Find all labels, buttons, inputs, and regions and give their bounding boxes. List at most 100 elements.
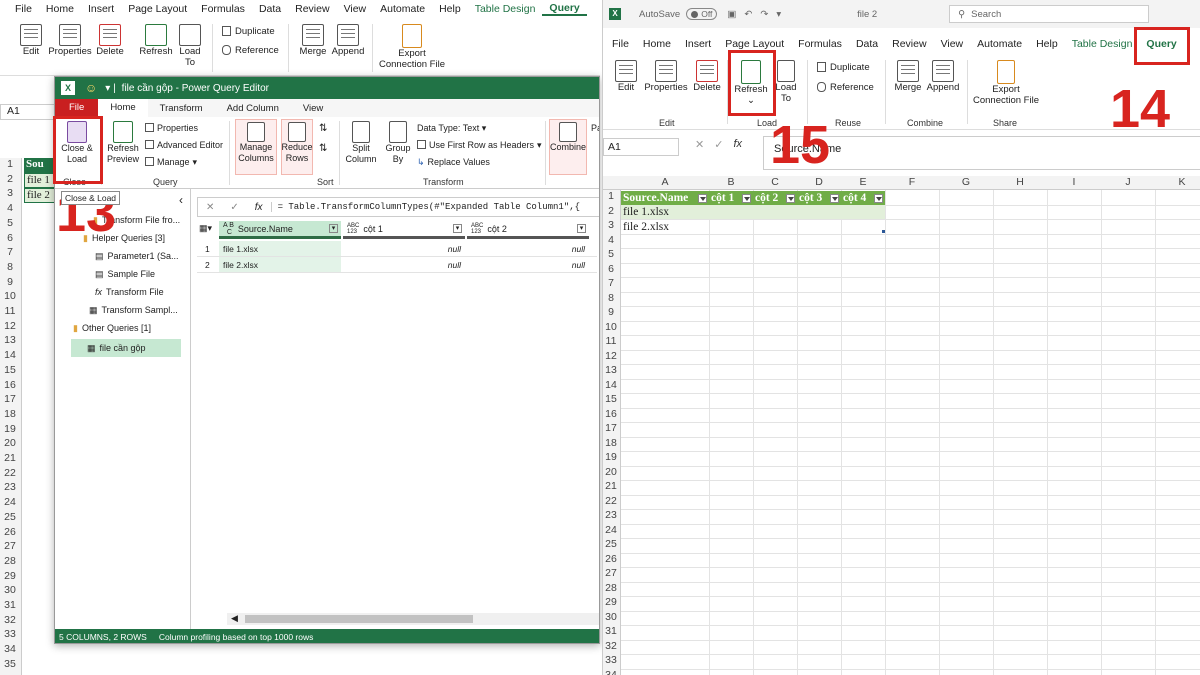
tab-add-column[interactable]: Add Column [215, 100, 291, 117]
row-number[interactable]: 32 [0, 614, 20, 626]
menu-query[interactable]: Query [542, 2, 587, 16]
row-number[interactable]: 1 [603, 190, 621, 202]
table-header-cot-1[interactable]: cột 1 [709, 191, 753, 205]
row-number[interactable]: 12 [0, 320, 20, 332]
table-row[interactable]: 1 file 1.xlsx null null [197, 241, 597, 257]
check-icon[interactable]: ✓ [714, 138, 723, 151]
row-number[interactable]: 11 [0, 305, 20, 317]
menu-table-design[interactable]: Table Design [468, 3, 543, 15]
row-number[interactable]: 10 [0, 290, 20, 302]
row-number[interactable]: 31 [603, 625, 621, 637]
column-header[interactable]: I [1047, 176, 1101, 188]
row-number[interactable]: 17 [0, 393, 20, 405]
duplicate-button[interactable]: Duplicate [817, 62, 870, 73]
filter-dropdown-icon[interactable] [786, 194, 795, 203]
menu-file[interactable]: File [605, 38, 636, 50]
row-number[interactable]: 33 [0, 628, 20, 640]
query-folder-other[interactable]: ▮ Other Queries [1] [73, 323, 151, 334]
cancel-icon[interactable]: ✕ [695, 138, 704, 151]
row-number[interactable]: 30 [603, 611, 621, 623]
properties-button[interactable]: Properties [48, 24, 92, 57]
refresh-preview-button[interactable]: Refresh Preview [105, 121, 141, 165]
tab-home[interactable]: Home [98, 99, 148, 117]
right-namebox[interactable]: A1 [603, 138, 679, 156]
menu-review[interactable]: Review [885, 38, 933, 50]
filter-dropdown-icon[interactable] [874, 194, 883, 203]
table-resize-handle[interactable] [882, 230, 885, 233]
menu-data[interactable]: Data [849, 38, 885, 50]
edit-button[interactable]: Edit [611, 60, 641, 93]
tab-file[interactable]: File [55, 99, 99, 117]
undo-icon[interactable]: ↶ [744, 9, 752, 20]
qat-more-icon[interactable]: ▾ [776, 9, 781, 20]
row-number[interactable]: 33 [603, 654, 621, 666]
column-header[interactable]: A [621, 176, 709, 188]
column-header[interactable]: E [841, 176, 885, 188]
row-number[interactable]: 21 [603, 480, 621, 492]
row-number[interactable]: 7 [0, 246, 20, 258]
column-header[interactable]: K [1155, 176, 1200, 188]
row-number[interactable]: 20 [0, 437, 20, 449]
menu-home[interactable]: Home [39, 3, 81, 15]
menu-help[interactable]: Help [432, 3, 468, 15]
menu-help[interactable]: Help [1029, 38, 1065, 50]
table-menu-icon[interactable]: ▦▾ [199, 223, 219, 239]
split-column-button[interactable]: Split Column [343, 121, 379, 165]
menu-review[interactable]: Review [288, 3, 336, 15]
column-header[interactable]: G [939, 176, 993, 188]
edit-button[interactable]: Edit [14, 24, 48, 57]
row-number[interactable]: 23 [603, 509, 621, 521]
row-number[interactable]: 9 [603, 306, 621, 318]
row-number[interactable]: 6 [0, 232, 20, 244]
row-number[interactable]: 10 [603, 321, 621, 333]
row-number[interactable]: 24 [603, 524, 621, 536]
menu-insert[interactable]: Insert [678, 38, 718, 50]
append-button[interactable]: Append [925, 60, 961, 93]
row-number[interactable]: 28 [603, 582, 621, 594]
column-source-name[interactable]: A B C Source.Name ▾ [219, 221, 341, 239]
table-header-cot-3[interactable]: cột 3 [797, 191, 841, 205]
scroll-left-icon[interactable]: ◀ [231, 613, 238, 624]
row-number[interactable]: 26 [603, 553, 621, 565]
combine-button[interactable]: Combine [549, 119, 587, 175]
column-filter-icon[interactable]: ▾ [329, 224, 338, 233]
sort-ascending-icon[interactable]: ⇅ [319, 123, 327, 134]
row-number[interactable]: 19 [0, 423, 20, 435]
menu-file[interactable]: File [8, 3, 39, 15]
row-number[interactable]: 13 [0, 334, 20, 346]
menu-table-design[interactable]: Table Design [1065, 38, 1140, 50]
fx-icon[interactable]: fx [247, 202, 271, 213]
manage-columns-button[interactable]: Manage Columns [235, 119, 277, 175]
row-number[interactable]: 29 [0, 570, 20, 582]
column-filter-icon[interactable]: ▾ [453, 224, 462, 233]
row-number[interactable]: 25 [603, 538, 621, 550]
filter-dropdown-icon[interactable] [698, 194, 707, 203]
column-header[interactable]: D [797, 176, 841, 188]
row-number[interactable]: 5 [603, 248, 621, 260]
row-number[interactable]: 23 [0, 481, 20, 493]
delete-button[interactable]: Delete [691, 60, 723, 93]
first-row-headers-button[interactable]: Use First Row as Headers ▾ [417, 140, 542, 151]
column-header[interactable]: B [709, 176, 753, 188]
menu-page-layout[interactable]: Page Layout [121, 3, 194, 15]
table-header-cot-2[interactable]: cột 2 [753, 191, 797, 205]
menu-page-layout[interactable]: Page Layout [718, 38, 791, 50]
row-number[interactable]: 34 [603, 669, 621, 675]
cancel-icon[interactable]: ✕ [198, 202, 222, 213]
horizontal-scrollbar[interactable]: ◀ [227, 613, 599, 625]
menu-data[interactable]: Data [252, 3, 288, 15]
row-number[interactable]: 14 [0, 349, 20, 361]
export-connection-button[interactable]: Export Connection File [971, 60, 1041, 106]
tab-view[interactable]: View [291, 100, 335, 117]
load-to-button[interactable]: Load To [773, 60, 799, 104]
row-number[interactable]: 20 [603, 466, 621, 478]
row-number[interactable]: 27 [0, 540, 20, 552]
row-number[interactable]: 32 [603, 640, 621, 652]
query-sample-file[interactable]: ▤ Sample File [95, 269, 155, 280]
merge-button[interactable]: Merge [296, 24, 330, 57]
row-number[interactable]: 8 [603, 292, 621, 304]
collapse-pane-icon[interactable]: ‹ [179, 193, 183, 207]
autosave-toggle[interactable]: Off [686, 8, 718, 20]
row-number[interactable]: 31 [0, 599, 20, 611]
row-number[interactable]: 3 [0, 187, 20, 199]
